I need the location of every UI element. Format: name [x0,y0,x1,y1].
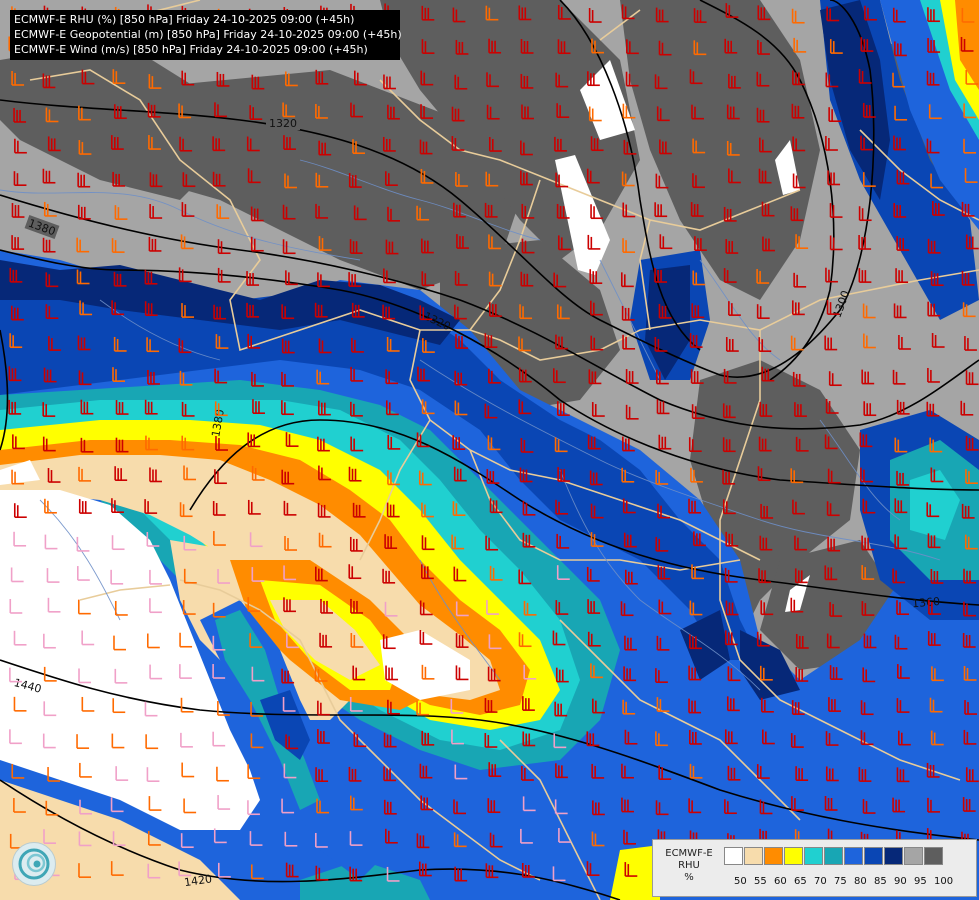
rhu-legend: ECMWF-E RHU % 50 55 60 65 70 75 80 85 90 95 100 [652,839,977,897]
legend-swatch [744,847,763,865]
legend-ticks: 50 55 60 65 70 75 80 85 90 95 100 [734,876,976,890]
contour-label-8: 1360 [912,595,941,610]
legend-swatches [724,847,944,865]
legend-swatch [804,847,823,865]
legend-tick-label: 70 [814,876,827,887]
legend-tick-label: 95 [914,876,927,887]
legend-tick-label: 65 [794,876,807,887]
legend-swatch [784,847,803,865]
info-line-geopotential: ECMWF-E Geopotential (m) [850 hPa] Frida… [14,28,402,41]
legend-tick-label: 100 [934,876,954,887]
legend-title: ECMWF-E RHU % [657,848,721,884]
legend-unit: % [684,872,694,883]
legend-swatch [764,847,783,865]
legend-swatch [844,847,863,865]
legend-tick-label: 85 [874,876,887,887]
legend-tick-label: 50 [734,876,747,887]
weather-map: 1320 1380 1320 1300 1380 1440 1420 1360 [0,0,979,900]
legend-swatch [724,847,743,865]
legend-tick-label: 60 [774,876,787,887]
contour-label-1: 1320 [269,117,297,130]
legend-swatch [824,847,843,865]
legend-tick-label: 75 [834,876,847,887]
legend-tick-label: 80 [854,876,867,887]
legend-swatch [924,847,943,865]
legend-tick-label: 55 [754,876,767,887]
info-line-rhu: ECMWF-E RHU (%) [850 hPa] Friday 24-10-2… [14,13,355,26]
legend-swatch [884,847,903,865]
legend-swatch [864,847,883,865]
organization-logo-icon [12,842,56,886]
legend-tick-label: 90 [894,876,907,887]
legend-model: ECMWF-E [665,848,713,859]
info-line-wind: ECMWF-E Wind (m/s) [850 hPa] Friday 24-1… [14,43,368,56]
legend-variable: RHU [678,860,700,871]
forecast-info-box: ECMWF-E RHU (%) [850 hPa] Friday 24-10-2… [10,10,402,60]
legend-swatch [904,847,923,865]
